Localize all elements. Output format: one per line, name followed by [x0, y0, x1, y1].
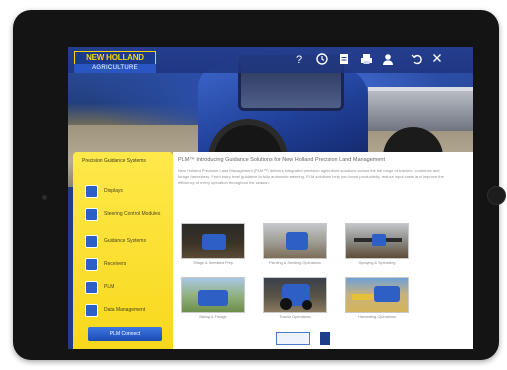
thumbnail-caption: Planting & Seeding Operations — [269, 261, 321, 265]
thumbnail-spraying[interactable] — [345, 223, 409, 259]
document-icon[interactable] — [337, 53, 351, 67]
help-icon[interactable]: ? — [292, 53, 306, 67]
hero-implement — [368, 87, 473, 131]
clock-icon[interactable] — [315, 53, 329, 67]
sidebar-item-label: Data Management — [104, 307, 146, 313]
thumbnail-harvesting[interactable] — [345, 277, 409, 313]
plm-connect-button[interactable]: PLM Connect — [88, 327, 162, 341]
sidebar-item-receivers[interactable]: Receivers — [85, 255, 169, 273]
guidance-icon — [85, 234, 98, 248]
display-icon — [85, 184, 98, 198]
app-screen: NEW HOLLAND AGRICULTURE ? Precision Guid… — [68, 47, 473, 349]
home-button[interactable] — [487, 186, 506, 205]
thumbnail-tractor[interactable] — [263, 277, 327, 313]
thumbnail-caption: Spraying & Spreading — [358, 261, 396, 265]
sidebar-item-displays[interactable]: Displays — [85, 182, 169, 200]
top-bar: NEW HOLLAND AGRICULTURE ? — [68, 47, 473, 73]
content-title: PLM™ Introducing Guidance Solutions for … — [178, 157, 385, 163]
user-icon[interactable] — [381, 53, 395, 67]
sidebar: Precision Guidance Systems Displays Stee… — [73, 152, 173, 349]
sidebar-item-label: Steering Control Modules — [104, 211, 161, 217]
sidebar-item-label: Guidance Systems — [104, 238, 146, 244]
sidebar-title: Precision Guidance Systems — [82, 158, 146, 164]
thumbnail-caption: Harvesting Operations — [358, 315, 396, 319]
brand-subtitle: AGRICULTURE — [74, 64, 156, 73]
thumbnail-tillage[interactable] — [181, 223, 245, 259]
brand-logo[interactable]: NEW HOLLAND AGRICULTURE — [74, 51, 156, 73]
nh-logo — [320, 332, 330, 345]
camera-icon — [42, 195, 47, 200]
thumbnail-caption: Tillage & Seedbed Prep — [193, 261, 233, 265]
tablet-device: NEW HOLLAND AGRICULTURE ? Precision Guid… — [13, 10, 506, 360]
thumbnail-caption: Baling & Forage — [199, 315, 227, 319]
thumbnail-planting[interactable] — [263, 223, 327, 259]
sidebar-item-steering[interactable]: Steering Control Modules — [85, 205, 169, 223]
content-paragraph: New Holland Precision Land Management (P… — [178, 168, 444, 185]
print-icon[interactable] — [359, 53, 373, 67]
brand-name: NEW HOLLAND — [74, 51, 156, 64]
steering-icon — [85, 207, 98, 221]
close-icon[interactable] — [430, 53, 444, 67]
plm-logo — [276, 332, 310, 345]
back-icon[interactable] — [410, 53, 424, 67]
thumbnail-caption: Tractor Operations — [279, 315, 311, 319]
sidebar-item-label: PLM — [104, 284, 115, 290]
sidebar-item-label: Receivers — [104, 261, 127, 267]
receiver-icon — [85, 257, 98, 271]
sidebar-item-label: Displays — [104, 188, 123, 194]
data-icon — [85, 303, 98, 317]
partner-logos — [276, 332, 336, 346]
sidebar-item-guidance[interactable]: Guidance Systems — [85, 232, 169, 250]
sidebar-item-plm[interactable]: PLM — [85, 278, 169, 296]
plm-icon — [85, 280, 98, 294]
sidebar-item-data[interactable]: Data Management — [85, 301, 169, 319]
content-panel: PLM™ Introducing Guidance Solutions for … — [173, 152, 473, 349]
thumbnail-baling[interactable] — [181, 277, 245, 313]
